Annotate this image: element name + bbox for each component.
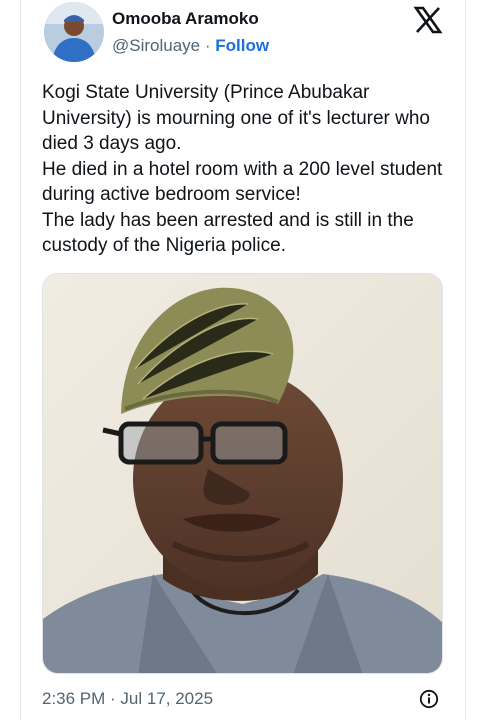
tweet-timestamp[interactable]: 2:36 PM · Jul 17, 2025 [42, 689, 213, 709]
author-handle[interactable]: @Siroluaye [112, 36, 200, 55]
tweet-line: custody of the Nigeria police. [42, 235, 286, 256]
tweet-line: Kogi State University (Prince Abubakar [42, 82, 370, 103]
author-handle-row: @Siroluaye · Follow [112, 36, 269, 56]
tweet-line: died 3 days ago. [42, 133, 182, 154]
tweet-text: Kogi State University (Prince Abubakar U… [42, 80, 452, 259]
tweet-line: He died in a hotel room with a 200 level… [42, 158, 443, 180]
author-name[interactable]: Omooba Aramoko [112, 9, 259, 29]
separator-dot: · [204, 36, 211, 55]
info-icon[interactable] [419, 689, 439, 709]
follow-button[interactable]: Follow [215, 36, 269, 55]
x-logo-icon[interactable] [413, 5, 443, 35]
tweet-photo[interactable] [42, 273, 443, 674]
tweet-line: The lady has been arrested and is still … [42, 209, 414, 231]
tweet-line: during active bedroom service! [42, 184, 301, 205]
tweet-line: University) is mourning one of it's lect… [42, 107, 430, 129]
avatar[interactable] [44, 2, 104, 62]
